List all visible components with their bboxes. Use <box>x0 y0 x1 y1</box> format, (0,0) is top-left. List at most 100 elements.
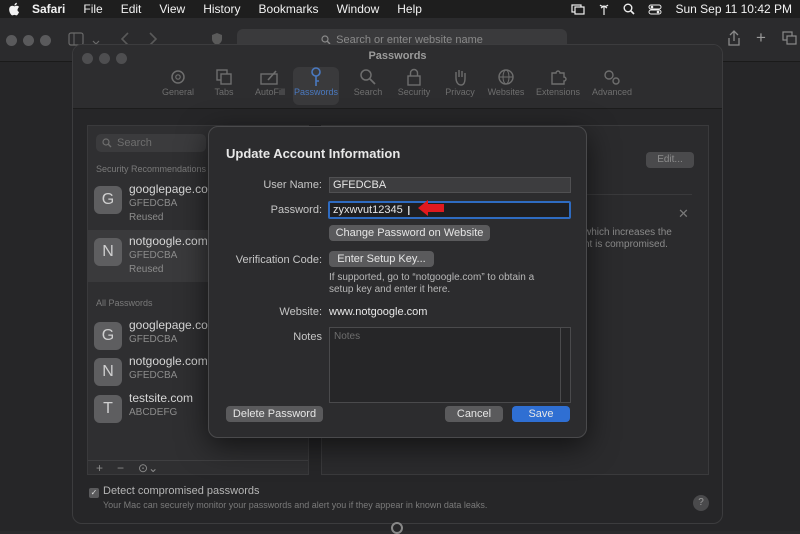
tab-passwords[interactable]: Passwords <box>293 67 339 105</box>
remove-password-button[interactable]: − <box>117 461 124 475</box>
share-icon[interactable] <box>727 30 741 51</box>
red-arrow-annotation-icon <box>418 200 444 216</box>
search-placeholder: Search <box>117 137 152 149</box>
warning-text: which increases the nt is compromised. <box>584 227 672 250</box>
screen-mirroring-icon[interactable] <box>571 3 586 15</box>
tab-overview-icon[interactable] <box>782 31 798 50</box>
detect-compromised-label: Detect compromised passwords <box>103 485 260 497</box>
list-item-user: GFEDCBA <box>129 250 178 261</box>
tabs-icon <box>201 67 247 87</box>
dialog-title: Update Account Information <box>226 146 401 161</box>
antenna-icon[interactable] <box>598 3 610 15</box>
help-button[interactable]: ? <box>693 495 709 511</box>
list-item-user: ABCDEFG <box>129 407 178 418</box>
spotlight-search-icon[interactable] <box>623 3 636 15</box>
zoom-window-button[interactable] <box>40 35 51 46</box>
setup-key-note: If supported, go to “notgoogle.com” to o… <box>329 272 535 295</box>
list-item-site: googlepage.com <box>129 182 218 196</box>
list-item-site: notgoogle.com <box>129 354 208 368</box>
tab-label: Security <box>397 87 431 97</box>
prefs-title: Passwords <box>368 50 427 62</box>
tab-label: Advanced <box>591 87 633 97</box>
search-icon <box>102 138 112 148</box>
minimize-window-button[interactable] <box>23 35 34 46</box>
tab-privacy[interactable]: Privacy <box>437 67 483 105</box>
list-item-site: testsite.com <box>129 391 194 405</box>
control-center-icon[interactable] <box>648 4 662 15</box>
save-button[interactable]: Save <box>512 406 570 422</box>
notes-placeholder: Notes <box>334 331 361 342</box>
text-cursor-icon: I <box>407 203 411 218</box>
apple-icon[interactable] <box>8 2 22 16</box>
avatar: N <box>94 238 122 266</box>
close-window-button[interactable] <box>6 35 17 46</box>
website-label: Website: <box>279 306 322 318</box>
list-item-user: GFEDCBA <box>129 334 178 345</box>
sidebar-footer: + − ⊙⌄ <box>88 460 308 475</box>
list-item-status: Reused <box>129 264 164 275</box>
tab-search[interactable]: Search <box>345 67 391 105</box>
menu-help[interactable]: Help <box>397 2 422 16</box>
menu-bookmarks[interactable]: Bookmarks <box>259 2 319 16</box>
gears-icon <box>589 67 635 87</box>
divider <box>582 194 692 195</box>
avatar: G <box>94 186 122 214</box>
section-all-passwords: All Passwords <box>96 298 153 308</box>
new-tab-icon[interactable]: + <box>756 29 766 46</box>
search-icon <box>345 67 391 87</box>
autofill-icon <box>247 67 293 87</box>
username-field[interactable]: GFEDCBA <box>329 177 571 193</box>
add-password-button[interactable]: + <box>96 461 103 475</box>
tab-label: Tabs <box>214 87 234 97</box>
list-item-status: Reused <box>129 212 164 223</box>
username-label: User Name: <box>263 179 322 191</box>
edit-button[interactable]: Edit... <box>646 152 694 168</box>
menu-file[interactable]: File <box>83 2 102 16</box>
gear-icon <box>155 67 201 87</box>
close-icon[interactable]: ✕ <box>678 206 689 222</box>
menu-window[interactable]: Window <box>337 2 380 16</box>
menu-bar: Safari File Edit View History Bookmarks … <box>0 0 800 18</box>
more-options-button[interactable]: ⊙⌄ <box>138 461 158 475</box>
tab-label: AutoFill <box>254 87 285 97</box>
enter-setup-key-button[interactable]: Enter Setup Key... <box>329 251 434 267</box>
password-field[interactable]: zyxwvut12345 <box>328 201 571 219</box>
menu-edit[interactable]: Edit <box>121 2 142 16</box>
hand-icon <box>437 67 483 87</box>
detect-compromised-description: Your Mac can securely monitor your passw… <box>103 500 488 510</box>
key-icon <box>293 67 339 87</box>
verification-code-label: Verification Code: <box>235 254 322 266</box>
tab-label: Passwords <box>293 87 338 97</box>
tab-label: Search <box>353 87 383 97</box>
tab-label: Websites <box>487 87 525 97</box>
tab-advanced[interactable]: Advanced <box>589 67 635 105</box>
tab-tabs[interactable]: Tabs <box>201 67 247 105</box>
search-field[interactable]: Search <box>96 134 206 152</box>
tab-general[interactable]: General <box>155 67 201 105</box>
avatar: T <box>94 395 122 423</box>
menu-history[interactable]: History <box>203 2 240 16</box>
list-item-user: GFEDCBA <box>129 198 178 209</box>
notes-label: Notes <box>293 331 322 343</box>
list-item-site: notgoogle.com <box>129 234 208 248</box>
tab-label: General <box>161 87 195 97</box>
notes-scrollbar[interactable] <box>560 328 570 402</box>
list-item-site: googlepage.com <box>129 318 218 332</box>
lock-icon <box>391 67 437 87</box>
notes-textarea[interactable]: Notes <box>329 327 571 403</box>
tab-extensions[interactable]: Extensions <box>535 67 581 105</box>
menu-view[interactable]: View <box>159 2 185 16</box>
puzzle-icon <box>535 67 581 87</box>
delete-password-button[interactable]: Delete Password <box>226 406 323 422</box>
update-account-dialog: Update Account Information User Name: GF… <box>208 126 587 438</box>
cancel-button[interactable]: Cancel <box>445 406 503 422</box>
detect-compromised-checkbox[interactable]: ✓ <box>89 488 99 498</box>
tab-autofill[interactable]: AutoFill <box>247 67 293 105</box>
menu-safari[interactable]: Safari <box>32 2 65 16</box>
tab-websites[interactable]: Websites <box>483 67 529 105</box>
change-password-on-website-button[interactable]: Change Password on Website <box>329 225 490 241</box>
list-item-user: GFEDCBA <box>129 370 178 381</box>
globe-icon <box>483 67 529 87</box>
tab-security[interactable]: Security <box>391 67 437 105</box>
menubar-clock[interactable]: Sun Sep 11 10:42 PM <box>675 2 792 16</box>
